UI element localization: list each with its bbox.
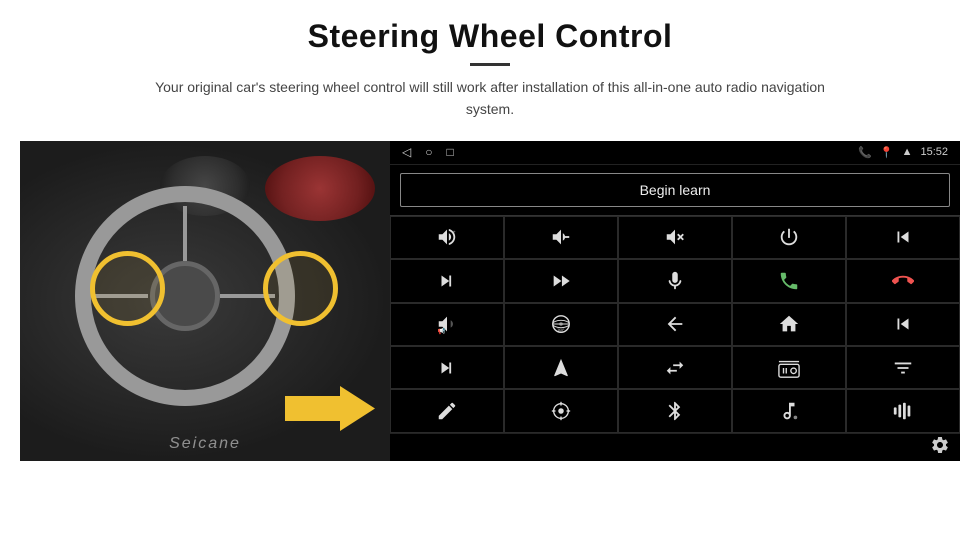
back-button[interactable] <box>618 303 732 346</box>
controls-grid: + <box>390 215 960 433</box>
radio-button[interactable] <box>732 346 846 389</box>
highlight-circle-right <box>263 251 338 326</box>
steering-wheel-image: Seicane <box>20 141 390 461</box>
settings-gear-button[interactable] <box>930 435 950 460</box>
horn-button[interactable]: 📢 <box>390 303 504 346</box>
power-button[interactable] <box>732 216 846 259</box>
title-divider <box>470 63 510 66</box>
begin-learn-row: Begin learn <box>390 165 960 215</box>
vol-down-button[interactable] <box>504 216 618 259</box>
location-icon: 📍 <box>880 146 894 159</box>
mic-button[interactable] <box>618 259 732 302</box>
subtitle-text: Your original car's steering wheel contr… <box>140 76 840 121</box>
bluetooth-button[interactable] <box>618 389 732 432</box>
seicane-watermark: Seicane <box>169 435 241 453</box>
yellow-arrow <box>285 386 375 431</box>
waveform-button[interactable] <box>846 389 960 432</box>
rewind-button[interactable] <box>846 303 960 346</box>
phone-answer-button[interactable] <box>732 259 846 302</box>
swap-button[interactable] <box>618 346 732 389</box>
vol-mute-button[interactable] <box>618 216 732 259</box>
skip-forward-button[interactable] <box>390 346 504 389</box>
equalizer-button[interactable] <box>846 346 960 389</box>
android-panel: ◁ ○ □ 📞 📍 ▲ 15:52 Begin learn <box>390 141 960 461</box>
page-wrapper: Steering Wheel Control Your original car… <box>0 0 980 547</box>
circle-settings-button[interactable] <box>504 389 618 432</box>
back-nav-icon[interactable]: ◁ <box>402 145 411 160</box>
content-row: Seicane ◁ ○ □ 📞 📍 ▲ 15:52 Begin <box>20 141 960 461</box>
page-title: Steering Wheel Control <box>140 18 840 55</box>
navigate-button[interactable] <box>504 346 618 389</box>
home-nav-icon[interactable]: ○ <box>425 145 432 160</box>
next-track-button[interactable] <box>390 259 504 302</box>
vol-up-button[interactable]: + <box>390 216 504 259</box>
status-right: 📞 📍 ▲ 15:52 <box>858 146 948 159</box>
phone-icon: 📞 <box>858 146 872 159</box>
home-button[interactable] <box>732 303 846 346</box>
360-view-button[interactable]: 360° <box>504 303 618 346</box>
music-settings-button[interactable] <box>732 389 846 432</box>
phone-hang-button[interactable] <box>846 259 960 302</box>
status-bar: ◁ ○ □ 📞 📍 ▲ 15:52 <box>390 141 960 165</box>
svg-text:360°: 360° <box>557 329 564 333</box>
nav-buttons: ◁ ○ □ <box>402 145 454 160</box>
title-section: Steering Wheel Control Your original car… <box>140 18 840 121</box>
wifi-icon: ▲ <box>902 146 913 158</box>
bottom-bar <box>390 433 960 461</box>
status-time: 15:52 <box>920 146 948 158</box>
prev-track-button[interactable] <box>846 216 960 259</box>
fast-forward-button[interactable] <box>504 259 618 302</box>
recents-nav-icon[interactable]: □ <box>446 145 453 160</box>
svg-text:📢: 📢 <box>438 327 446 335</box>
highlight-circle-left <box>90 251 165 326</box>
begin-learn-button[interactable]: Begin learn <box>400 173 950 207</box>
svg-text:+: + <box>453 230 456 236</box>
pen-button[interactable] <box>390 389 504 432</box>
